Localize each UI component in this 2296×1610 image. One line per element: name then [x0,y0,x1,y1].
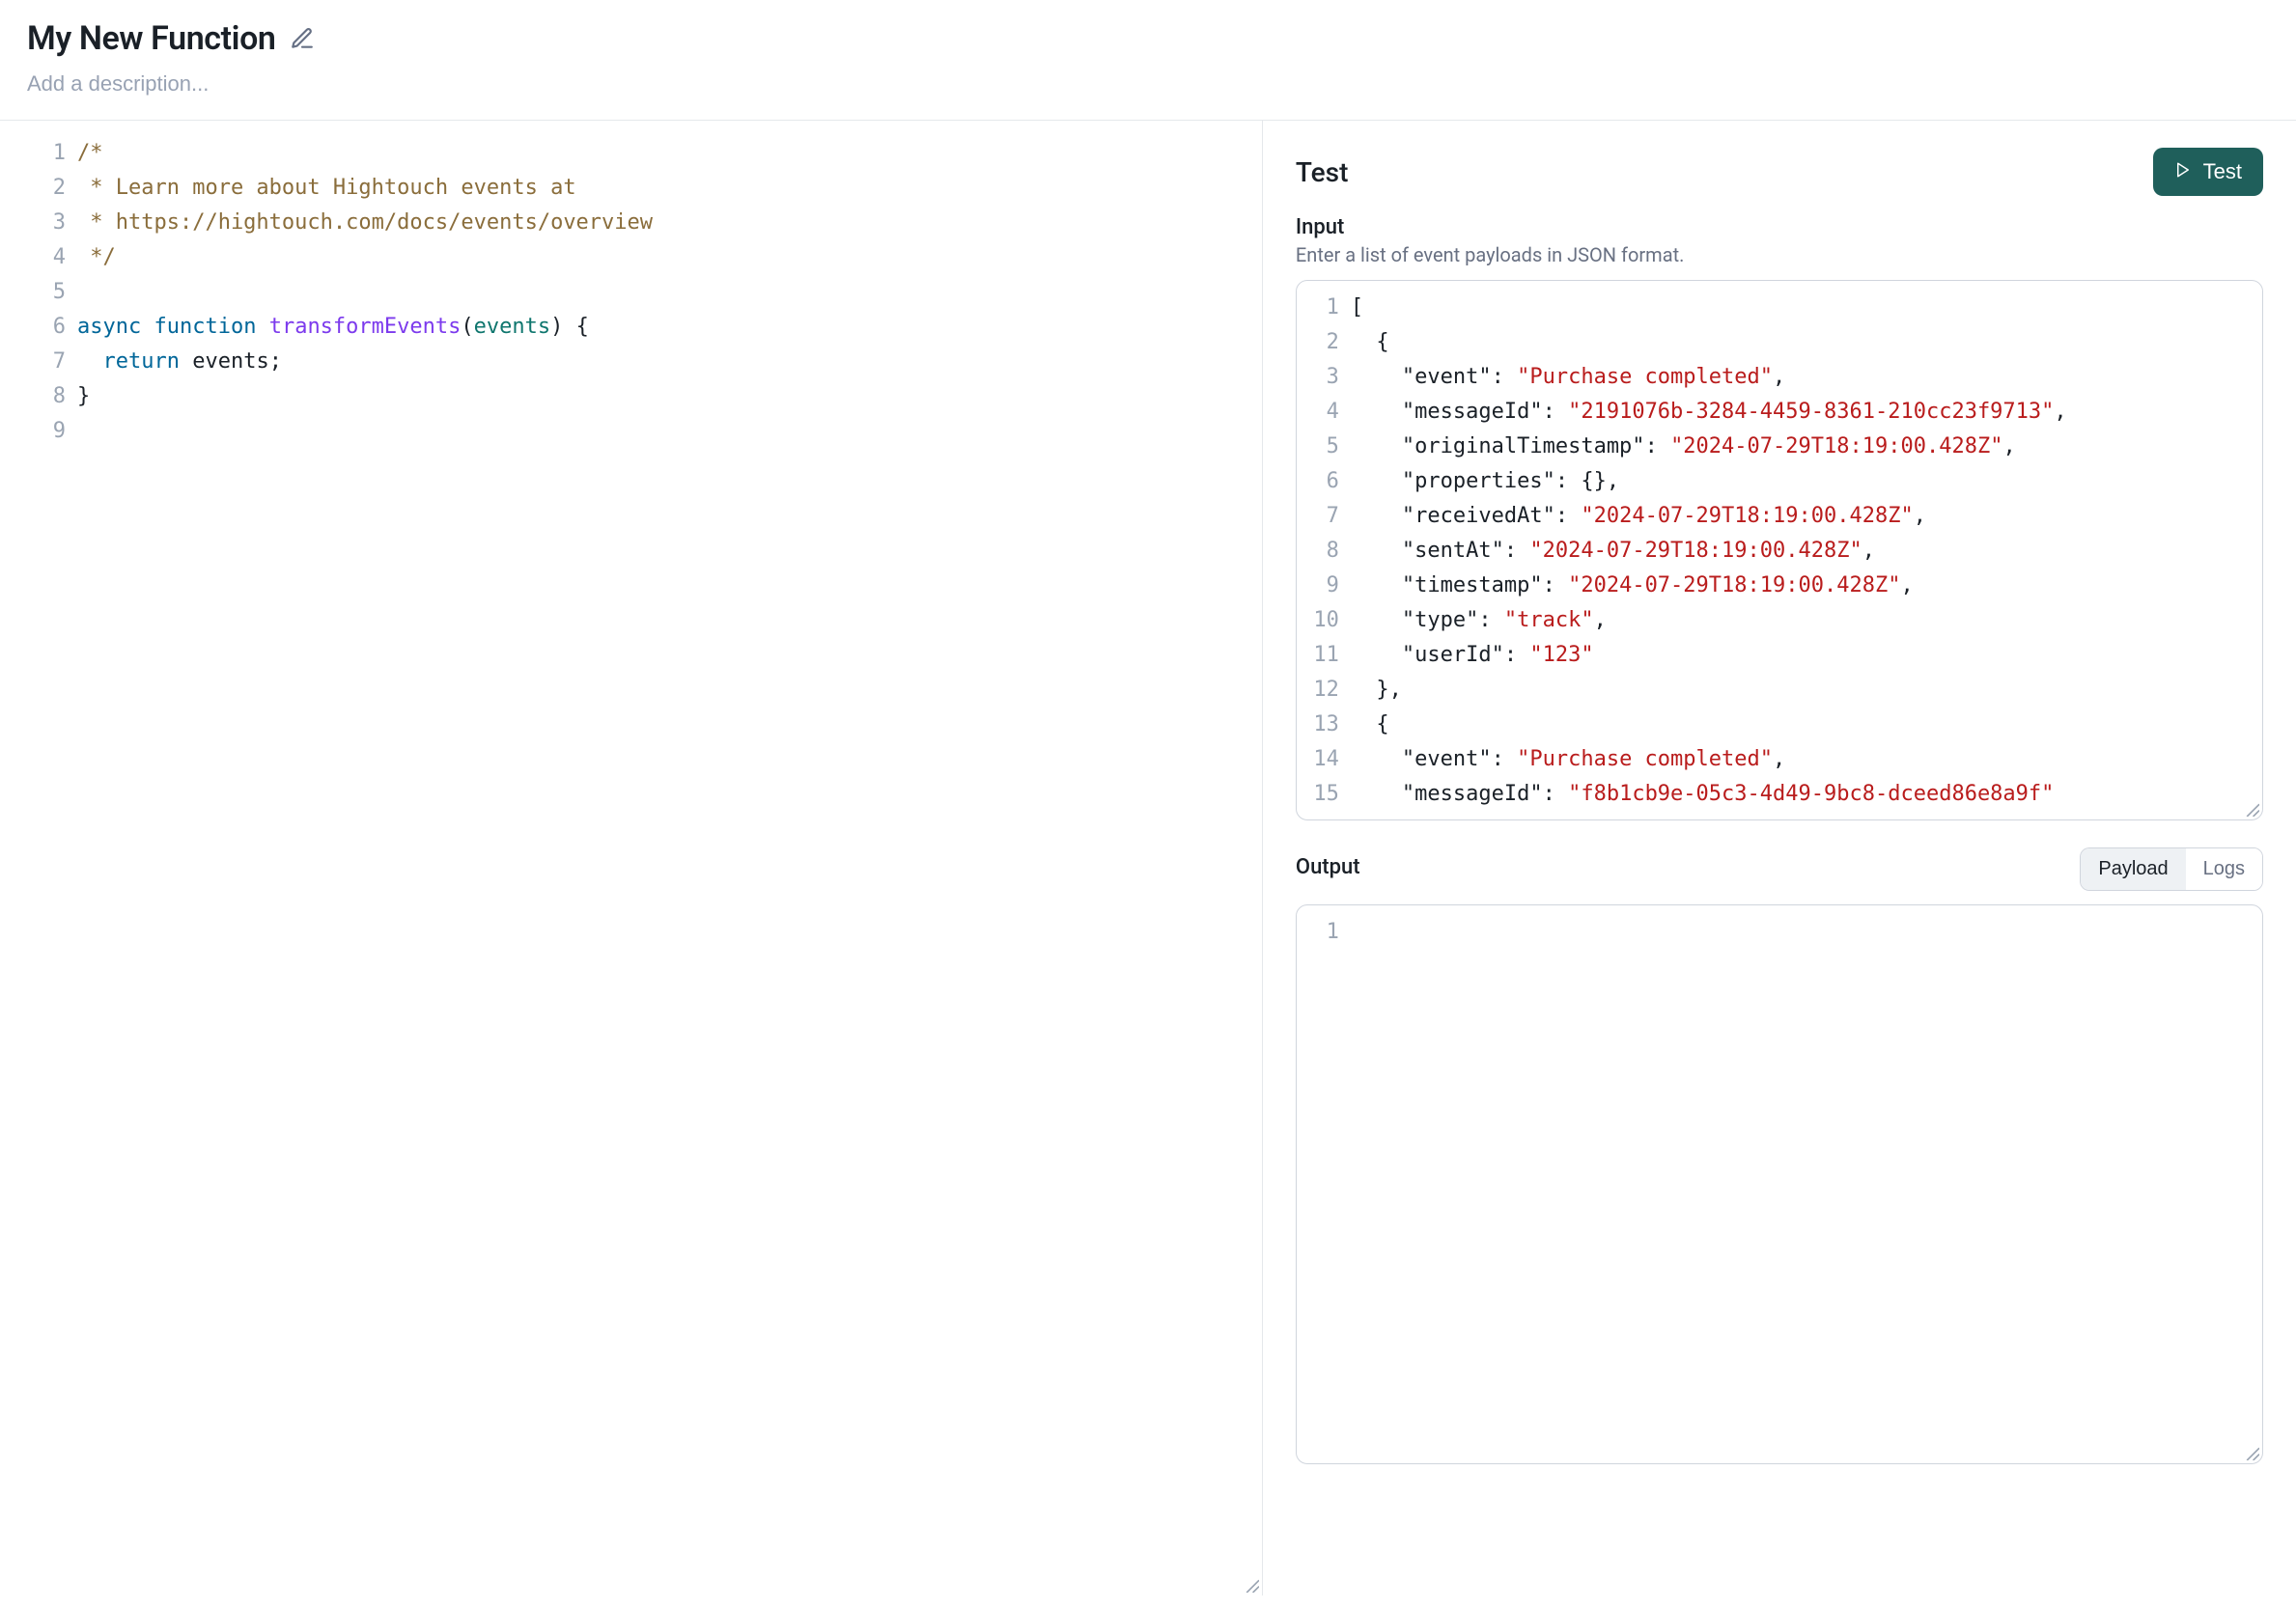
run-test-button[interactable]: Test [2153,148,2263,196]
code-line: 5 [0,275,1262,310]
play-icon [2174,159,2192,184]
code-line: 9 "timestamp": "2024-07-29T18:19:00.428Z… [1297,569,2262,603]
code-content: * https://hightouch.com/docs/events/over… [77,206,653,240]
line-number: 4 [1297,395,1351,430]
line-number: 6 [1297,464,1351,499]
code-line: 7 return events; [0,345,1262,379]
code-line: 14 "event": "Purchase completed", [1297,742,2262,777]
code-content: "sentAt": "2024-07-29T18:19:00.428Z", [1351,534,1875,569]
code-line: 4 "messageId": "2191076b-3284-4459-8361-… [1297,395,2262,430]
code-line: 8 "sentAt": "2024-07-29T18:19:00.428Z", [1297,534,2262,569]
line-number: 13 [1297,708,1351,742]
input-label: Input [1296,215,2263,239]
code-content: "userId": "123" [1351,638,1594,673]
line-number: 4 [0,240,77,275]
code-line: 12 }, [1297,673,2262,708]
description-input[interactable] [27,71,2269,97]
resize-handle-icon[interactable] [2244,1445,2259,1460]
code-content: { [1351,325,1389,360]
code-content: "event": "Purchase completed", [1351,742,1785,777]
line-number: 2 [0,171,77,206]
line-number: 5 [1297,430,1351,464]
output-tab-switcher: Payload Logs [2080,847,2263,891]
resize-handle-icon[interactable] [2244,801,2259,817]
code-line: 11 "userId": "123" [1297,638,2262,673]
input-json-editor[interactable]: 1[2 {3 "event": "Purchase completed",4 "… [1296,280,2263,820]
code-content: return events; [77,345,282,379]
line-number: 12 [1297,673,1351,708]
code-content: async function transformEvents(events) { [77,310,589,345]
code-content: "properties": {}, [1351,464,1619,499]
code-line: 4 */ [0,240,1262,275]
code-line: 8} [0,379,1262,414]
code-line: 2 * Learn more about Hightouch events at [0,171,1262,206]
line-number: 3 [0,206,77,240]
code-content: "receivedAt": "2024-07-29T18:19:00.428Z"… [1351,499,1926,534]
code-editor[interactable]: 1/*2 * Learn more about Hightouch events… [0,136,1262,449]
line-number: 14 [1297,742,1351,777]
line-number: 7 [0,345,77,379]
line-number: 5 [0,275,77,310]
code-line: 9 [0,414,1262,449]
line-number: 6 [0,310,77,345]
code-content: "event": "Purchase completed", [1351,360,1785,395]
code-line: 2 { [1297,325,2262,360]
code-line: 3 * https://hightouch.com/docs/events/ov… [0,206,1262,240]
line-number: 7 [1297,499,1351,534]
code-content: "timestamp": "2024-07-29T18:19:00.428Z", [1351,569,1914,603]
line-number: 3 [1297,360,1351,395]
tab-logs[interactable]: Logs [2186,848,2262,890]
code-line: 10 "type": "track", [1297,603,2262,638]
line-number: 9 [1297,569,1351,603]
input-hint: Enter a list of event payloads in JSON f… [1296,243,2263,266]
code-content: "messageId": "f8b1cb9e-05c3-4d49-9bc8-dc… [1351,777,2055,812]
code-content: [ [1351,291,1363,325]
test-button-label: Test [2203,159,2242,184]
code-line: 13 { [1297,708,2262,742]
code-line: 7 "receivedAt": "2024-07-29T18:19:00.428… [1297,499,2262,534]
edit-title-icon[interactable] [290,26,315,51]
code-content: "originalTimestamp": "2024-07-29T18:19:0… [1351,430,2016,464]
code-line: 15 "messageId": "f8b1cb9e-05c3-4d49-9bc8… [1297,777,2262,812]
line-number: 2 [1297,325,1351,360]
test-panel: Test Test Input Enter a list of event pa… [1263,121,2296,1596]
line-number: 11 [1297,638,1351,673]
line-number: 8 [0,379,77,414]
line-number: 1 [1297,915,1351,950]
output-label: Output [1296,855,1360,879]
line-number: 1 [1297,291,1351,325]
code-line: 6async function transformEvents(events) … [0,310,1262,345]
code-content: /* [77,136,103,171]
test-section-title: Test [1296,156,1349,188]
code-content: "type": "track", [1351,603,1607,638]
output-json-viewer[interactable]: 1 [1296,904,2263,1464]
code-line: 1 [1297,915,2262,950]
code-line: 5 "originalTimestamp": "2024-07-29T18:19… [1297,430,2262,464]
code-content: } [77,379,90,414]
code-line: 6 "properties": {}, [1297,464,2262,499]
line-number: 15 [1297,777,1351,812]
tab-payload[interactable]: Payload [2081,848,2185,890]
page-title: My New Function [27,19,276,58]
code-line: 1[ [1297,291,2262,325]
line-number: 8 [1297,534,1351,569]
line-number: 1 [0,136,77,171]
line-number: 9 [0,414,77,449]
resize-handle-icon[interactable] [1244,1577,1259,1593]
code-line: 1/* [0,136,1262,171]
code-content: { [1351,708,1389,742]
line-number: 10 [1297,603,1351,638]
code-content: */ [77,240,116,275]
code-content: "messageId": "2191076b-3284-4459-8361-21… [1351,395,2067,430]
page-header: My New Function [0,0,2296,121]
code-editor-panel[interactable]: 1/*2 * Learn more about Hightouch events… [0,121,1263,1596]
code-content: }, [1351,673,1402,708]
code-line: 3 "event": "Purchase completed", [1297,360,2262,395]
code-content: * Learn more about Hightouch events at [77,171,576,206]
